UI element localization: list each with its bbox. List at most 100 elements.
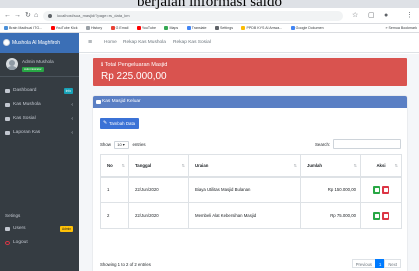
card-title: Kas Masjid Keluar: [102, 99, 141, 104]
table-header-row: No ⇅ Tanggal ⇅ Uraian ⇅ Jumlah ⇅ Aksi ⇅: [100, 154, 402, 178]
bookmark-item[interactable]: Brain Madhuai ITG...: [4, 24, 42, 32]
nav-link-rekap-sosial[interactable]: Rekap Kas Sosial: [173, 33, 211, 53]
chevron-left-icon: ‹: [71, 130, 73, 136]
card-header: Kas Masjid Keluar: [93, 96, 407, 108]
cell-uraian: Biaya Utilitas Masjid Bulanan: [188, 176, 301, 203]
bookmarks-bar: Brain Madhuai ITG... YouTube Kick Histor…: [0, 24, 419, 33]
url-text: localhost/sua_masjid/?page=rs_data_km: [57, 13, 130, 18]
table-info: Showing 1 to 2 of 2 entries: [100, 262, 151, 267]
expense-table-card: Kas Masjid Keluar ✎ Tambah Data Show 10 …: [93, 96, 407, 271]
search-label: Search:: [315, 142, 331, 147]
table-row: 2 22/Jun/2020 Membeli Alat Kebersihan Ma…: [100, 202, 402, 229]
user-name[interactable]: Admin Mushola: [22, 59, 54, 64]
cell-no: 1: [100, 176, 129, 203]
total-expense-card: ℹ Total Pengeluaran Masjid Rp 225.000,00: [93, 58, 407, 86]
bookmark-item[interactable]: PPDB KYS Al Amwa...: [241, 24, 282, 32]
chevron-left-icon: ‹: [71, 102, 73, 108]
column-header-uraian[interactable]: Uraian ⇅: [188, 154, 301, 178]
forward-icon[interactable]: →: [14, 11, 21, 20]
sidebar-header-settings: Setings: [5, 213, 21, 218]
dashboard-icon: [5, 89, 10, 93]
add-data-button[interactable]: ✎ Tambah Data: [100, 118, 140, 129]
sidebar-item-kas-mushola[interactable]: Kas Mushola ‹: [3, 99, 76, 111]
nav-link-rekap-mushola[interactable]: Rekap Kas Mushola: [123, 33, 166, 53]
bookmark-item[interactable]: Maps: [164, 24, 178, 32]
expense-table: No ⇅ Tanggal ⇅ Uraian ⇅ Jumlah ⇅ Aksi ⇅ 1 22/…: [100, 154, 402, 229]
sidebar-item-laporan-kas[interactable]: Laporan Kas ‹: [3, 127, 76, 139]
column-header-aksi[interactable]: Aksi ⇅: [360, 154, 402, 178]
content-wrapper: ℹ Total Pengeluaran Masjid Rp 225.000,00…: [79, 54, 419, 271]
users-icon: [5, 227, 10, 231]
caption-text: berjalan informasi saldo: [137, 0, 282, 10]
total-expense-title: ℹ Total Pengeluaran Masjid: [101, 62, 168, 68]
power-icon: [5, 241, 10, 245]
info-badge: Info: [63, 88, 73, 94]
edit-button[interactable]: [373, 211, 380, 220]
cash-icon: [5, 103, 10, 107]
sidebar-item-dashboard[interactable]: Dashboard Info: [3, 85, 76, 97]
admin-badge: Admin: [59, 226, 73, 232]
top-navbar: ≡ Home Rekap Kas Mushola Rekap Kas Sosia…: [79, 33, 419, 53]
previous-button[interactable]: Previous: [351, 259, 377, 268]
app-window: berjalan informasi saldo ← → ↻ ⌂ localho…: [0, 0, 419, 271]
cell-jumlah: Rp 150.000,00: [300, 176, 361, 203]
table-row: 1 22/Jun/2020 Biaya Utilitas Masjid Bula…: [100, 176, 402, 203]
menu-icon[interactable]: ⋮: [406, 11, 413, 20]
edit-icon: ✎: [103, 120, 108, 126]
star-icon[interactable]: ☆: [352, 11, 358, 20]
profile-icon[interactable]: ●: [384, 11, 388, 20]
column-header-jumlah[interactable]: Jumlah ⇅: [300, 154, 361, 178]
sidebar-item-logout[interactable]: Logout: [3, 237, 76, 249]
trash-icon: [383, 213, 388, 218]
bookmark-item[interactable]: YouTube Kick: [50, 24, 78, 32]
sidebar-item-users[interactable]: Users Admin: [3, 223, 76, 235]
chevron-left-icon: ‹: [71, 116, 73, 122]
cell-aksi: [360, 202, 402, 229]
site-info-icon[interactable]: [48, 14, 52, 18]
entries-select[interactable]: 10 ▾: [114, 141, 130, 149]
cell-tanggal: 22/Jun/2020: [128, 176, 189, 203]
back-icon[interactable]: ←: [4, 11, 11, 20]
cell-jumlah: Rp 75.000,00: [300, 202, 361, 229]
cell-tanggal: 22/Jun/2020: [128, 202, 189, 229]
edit-icon: [374, 213, 379, 218]
user-panel: Admin Mushola Administrator: [0, 53, 79, 77]
trash-icon: [383, 187, 388, 192]
length-control: Show 10 ▾ entries: [100, 141, 146, 149]
bookmark-item[interactable]: G Email: [110, 24, 128, 32]
table-icon: [96, 100, 101, 104]
reload-icon[interactable]: ↻: [25, 11, 31, 20]
edit-icon: [374, 187, 379, 192]
search-input[interactable]: [333, 139, 401, 149]
brand-link[interactable]: Mushola Al Maghfiroh: [0, 33, 79, 53]
bookmark-item[interactable]: Google Dokumen: [290, 24, 324, 32]
handshake-icon: [5, 117, 10, 121]
sidebar: Mushola Al Maghfiroh Admin Mushola Admin…: [0, 33, 79, 271]
delete-button[interactable]: [382, 211, 389, 220]
column-header-no[interactable]: No ⇅: [100, 154, 129, 178]
url-field[interactable]: localhost/sua_masjid/?page=rs_data_km: [43, 11, 343, 21]
total-expense-value: Rp 225.000,00: [101, 71, 167, 82]
bookmark-item[interactable]: History: [85, 24, 102, 32]
hamburger-icon[interactable]: ≡: [88, 33, 92, 53]
bookmark-item[interactable]: Settings: [215, 24, 233, 32]
bookmark-item[interactable]: Translate: [186, 24, 207, 32]
user-role-badge: Administrator: [22, 67, 44, 72]
bookmark-item[interactable]: YouTube: [136, 24, 156, 32]
nav-link-home[interactable]: Home: [104, 33, 117, 53]
sidebar-item-kas-sosial[interactable]: Kas Sosial ‹: [3, 113, 76, 125]
home-icon[interactable]: ⌂: [34, 11, 38, 20]
delete-button[interactable]: [382, 185, 389, 194]
report-icon: [5, 131, 10, 135]
avatar: [6, 58, 18, 70]
cell-aksi: [360, 176, 402, 203]
brand-text: Mushola Al Maghfiroh: [12, 40, 61, 46]
next-button[interactable]: Next: [384, 259, 401, 268]
all-bookmarks[interactable]: » Semua Bookmark: [382, 24, 417, 32]
column-header-tanggal[interactable]: Tanggal ⇅: [128, 154, 189, 178]
logo-icon: [3, 39, 10, 46]
extensions-icon[interactable]: ▢: [368, 11, 375, 20]
edit-button[interactable]: [373, 185, 380, 194]
cell-uraian: Membeli Alat Kebersihan Masjid: [188, 202, 301, 229]
pagination: Previous 1 Next: [351, 259, 401, 268]
